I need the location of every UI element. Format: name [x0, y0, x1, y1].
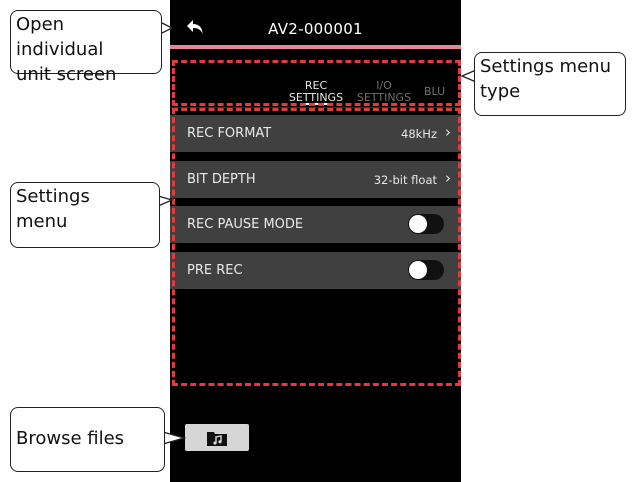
browse-files-button[interactable] — [185, 424, 249, 451]
callout-settings-menu-type: Settings menu type — [474, 52, 626, 116]
header-divider — [170, 45, 461, 49]
callout-browse-files: Browse files — [10, 407, 165, 472]
menu-type-highlight — [172, 60, 461, 106]
settings-menu-highlight — [172, 108, 461, 386]
callout-settings-menu: Settings menu — [10, 182, 160, 248]
music-folder-icon — [207, 432, 227, 446]
unit-title: AV2-000001 — [268, 20, 363, 38]
callout-open-individual-unit: Open individual unit screen — [10, 10, 162, 85]
